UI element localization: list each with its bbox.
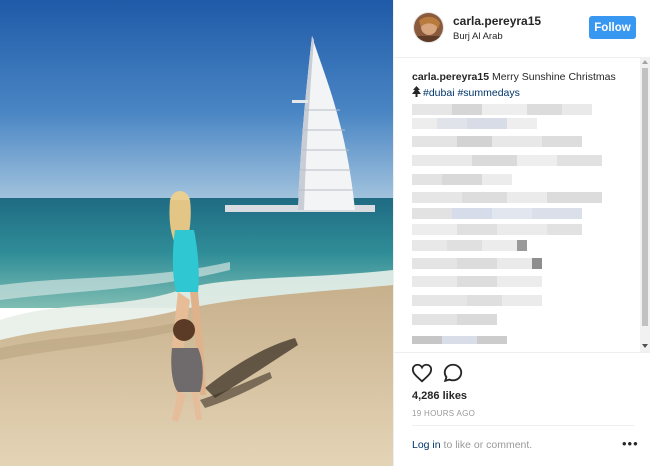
blurred-comment bbox=[412, 295, 542, 306]
blurred-comment bbox=[412, 240, 527, 251]
post-actions: 4,286 likes 19 HOURS AGO Log in to like … bbox=[394, 352, 650, 466]
blurred-comment bbox=[412, 174, 512, 185]
divider bbox=[412, 425, 634, 426]
post-side-panel: carla.pereyra15 Burj Al Arab Follow carl… bbox=[393, 0, 650, 466]
blurred-comment bbox=[412, 136, 582, 147]
blurred-comment bbox=[412, 104, 592, 115]
hashtag-summedays[interactable]: #summedays bbox=[457, 87, 519, 99]
blurred-comment bbox=[412, 192, 602, 203]
username-link[interactable]: carla.pereyra15 bbox=[453, 14, 541, 28]
avatar[interactable] bbox=[413, 12, 444, 43]
post-photo[interactable] bbox=[0, 0, 393, 466]
caption-username[interactable]: carla.pereyra15 bbox=[412, 71, 489, 83]
post-timestamp[interactable]: 19 HOURS AGO bbox=[412, 409, 475, 418]
post-caption: carla.pereyra15 Merry Sunshine Christmas… bbox=[412, 69, 634, 101]
comment-icon[interactable] bbox=[442, 362, 464, 384]
likes-count[interactable]: 4,286 likes bbox=[412, 390, 467, 402]
instagram-post: carla.pereyra15 Burj Al Arab Follow carl… bbox=[0, 0, 650, 466]
comments-scrollbar[interactable] bbox=[640, 58, 650, 352]
scroll-down-arrow-icon[interactable] bbox=[642, 344, 648, 348]
beach-photo-illustration bbox=[0, 0, 393, 466]
login-link[interactable]: Log in bbox=[412, 439, 441, 451]
blurred-comment bbox=[412, 155, 602, 166]
follow-button[interactable]: Follow bbox=[589, 16, 636, 39]
scrollbar-thumb[interactable] bbox=[642, 68, 648, 326]
hashtag-dubai[interactable]: #dubai bbox=[423, 87, 455, 99]
scroll-up-arrow-icon[interactable] bbox=[642, 60, 648, 64]
blurred-comment bbox=[412, 224, 582, 235]
heart-icon[interactable] bbox=[411, 362, 433, 384]
more-options-icon[interactable]: ••• bbox=[622, 437, 639, 450]
blurred-comment bbox=[412, 336, 507, 344]
location-link[interactable]: Burj Al Arab bbox=[453, 31, 503, 42]
caption-text: Merry Sunshine Christmas bbox=[489, 71, 616, 83]
blurred-comment bbox=[412, 314, 497, 325]
blurred-comment bbox=[412, 118, 537, 129]
blurred-comment bbox=[412, 276, 542, 287]
blurred-comment bbox=[412, 208, 582, 219]
login-prompt: Log in to like or comment. bbox=[412, 439, 532, 451]
avatar-image bbox=[414, 13, 443, 42]
post-header: carla.pereyra15 Burj Al Arab Follow bbox=[394, 0, 650, 58]
christmas-tree-icon bbox=[412, 86, 421, 97]
blurred-comment bbox=[412, 258, 542, 269]
login-prompt-suffix: to like or comment. bbox=[440, 439, 533, 451]
comments-section: carla.pereyra15 Merry Sunshine Christmas… bbox=[394, 58, 650, 352]
